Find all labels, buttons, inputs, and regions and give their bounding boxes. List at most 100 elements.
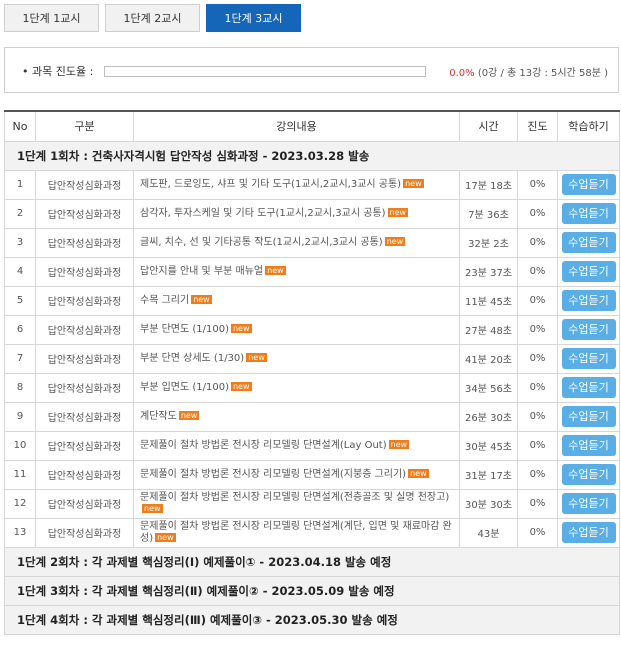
- tab-stage1-period1[interactable]: 1단계 1교시: [4, 4, 99, 32]
- row-time: 30분 30초: [459, 488, 518, 519]
- row-study-cell: 수업듣기: [557, 198, 620, 229]
- row-study-cell: 수업듣기: [557, 372, 620, 403]
- row-progress: 0%: [517, 517, 558, 548]
- table-row: 9 답안작성심화과정 계단작도 new 26분 30초 0% 수업듣기: [4, 401, 620, 432]
- watch-lecture-button[interactable]: 수업듣기: [561, 174, 616, 195]
- table-row: 12 답안작성심화과정 문제풀이 절차 방법론 전시장 리모델링 단면설계(전층골조…: [4, 488, 620, 519]
- row-time: 26분 30초: [459, 401, 518, 432]
- section-row: 1단계 2회차 : 각 과제별 핵심정리(Ⅰ) 예제풀이① - 2023.04.…: [4, 546, 620, 577]
- lecture-title: 삼각자, 투자스케일 및 기타 도구(1교시,2교시,3교시 공통): [140, 207, 386, 219]
- row-content: 문제풀이 절차 방법론 전시장 리모델링 단면설계(지붕층 그리기) new: [133, 459, 460, 490]
- tab-stage1-period2[interactable]: 1단계 2교시: [105, 4, 200, 32]
- header-content: 강의내용: [133, 110, 460, 142]
- row-progress: 0%: [517, 488, 558, 519]
- watch-lecture-button[interactable]: 수업듣기: [561, 261, 616, 282]
- row-content: 문제풀이 절차 방법론 전시장 리모델링 단면설계(Lay Out) new: [133, 430, 460, 461]
- tab-stage1-period3[interactable]: 1단계 3교시: [206, 4, 301, 32]
- progress-detail: (0강 / 총 13강 : 5시간 58분 ): [477, 68, 608, 79]
- row-category: 답안작성심화과정: [35, 314, 134, 345]
- lecture-title: 제도판, 드로잉도, 샤프 및 기타 도구(1교시,2교시,3교시 공통): [140, 178, 402, 190]
- row-category: 답안작성심화과정: [35, 401, 134, 432]
- header-progress: 진도: [517, 110, 558, 142]
- new-badge: new: [155, 533, 176, 542]
- row-no: 10: [4, 430, 36, 461]
- row-content: 문제풀이 절차 방법론 전시장 리모델링 단면설계(전층골조 및 실명 천장고)…: [133, 488, 460, 519]
- row-study-cell: 수업듣기: [557, 314, 620, 345]
- row-time: 31분 17초: [459, 459, 518, 490]
- table-row: 3 답안작성심화과정 글씨, 치수, 선 및 기타공통 작도(1교시,2교시,3교시…: [4, 227, 620, 258]
- row-category: 답안작성심화과정: [35, 227, 134, 258]
- row-progress: 0%: [517, 459, 558, 490]
- row-no: 12: [4, 488, 36, 519]
- row-progress: 0%: [517, 198, 558, 229]
- row-content: 제도판, 드로잉도, 샤프 및 기타 도구(1교시,2교시,3교시 공통) new: [133, 169, 460, 200]
- table-row: 1 답안작성심화과정 제도판, 드로잉도, 샤프 및 기타 도구(1교시,2교시,3…: [4, 169, 620, 200]
- row-content: 삼각자, 투자스케일 및 기타 도구(1교시,2교시,3교시 공통) new: [133, 198, 460, 229]
- row-time: 41분 20초: [459, 343, 518, 374]
- lecture-title: 수목 그리기: [140, 294, 190, 306]
- new-badge: new: [384, 237, 406, 246]
- section-title: 1단계 4회차 : 각 과제별 핵심정리(Ⅲ) 예제풀이③ - 2023.05.…: [4, 604, 620, 635]
- table-row: 2 답안작성심화과정 삼각자, 투자스케일 및 기타 도구(1교시,2교시,3교시 …: [4, 198, 620, 229]
- lecture-table: No 구분 강의내용 시간 진도 학습하기 1단계 1회차 : 건축사자격시험 …: [4, 110, 620, 635]
- table-row: 7 답안작성심화과정 부분 단면 상세도 (1/30) new 41분 20초 0% 수업듣…: [4, 343, 620, 374]
- row-study-cell: 수업듣기: [557, 256, 620, 287]
- row-study-cell: 수업듣기: [557, 227, 620, 258]
- lecture-title: 부분 입면도 (1/100): [140, 381, 229, 393]
- progress-info: 0.0% (0강 / 총 13강 : 5시간 58분 ): [449, 64, 608, 79]
- row-no: 1: [4, 169, 36, 200]
- section-row: 1단계 1회차 : 건축사자격시험 답안작성 심화과정 - 2023.03.28…: [4, 140, 620, 171]
- progress-label: • 과목 진도율 :: [22, 65, 94, 78]
- row-progress: 0%: [517, 343, 558, 374]
- header-no: No: [4, 110, 36, 142]
- watch-lecture-button[interactable]: 수업듣기: [561, 406, 616, 427]
- row-category: 답안작성심화과정: [35, 169, 134, 200]
- watch-lecture-button[interactable]: 수업듣기: [561, 435, 616, 456]
- course-progress-panel: • 과목 진도율 : 0.0% (0강 / 총 13강 : 5시간 58분 ): [4, 47, 619, 93]
- row-category: 답안작성심화과정: [35, 198, 134, 229]
- row-time: 17분 18초: [459, 169, 518, 200]
- watch-lecture-button[interactable]: 수업듣기: [561, 290, 616, 311]
- watch-lecture-button[interactable]: 수업듣기: [561, 522, 616, 543]
- row-time: 7분 36초: [459, 198, 518, 229]
- header-category: 구분: [35, 110, 134, 142]
- watch-lecture-button[interactable]: 수업듣기: [561, 377, 616, 398]
- row-category: 답안작성심화과정: [35, 517, 134, 548]
- progress-percent: 0.0%: [449, 68, 475, 79]
- watch-lecture-button[interactable]: 수업듣기: [561, 464, 616, 485]
- row-study-cell: 수업듣기: [557, 343, 620, 374]
- watch-lecture-button[interactable]: 수업듣기: [561, 319, 616, 340]
- watch-lecture-button[interactable]: 수업듣기: [561, 203, 616, 224]
- row-category: 답안작성심화과정: [35, 488, 134, 519]
- row-study-cell: 수업듣기: [557, 459, 620, 490]
- row-progress: 0%: [517, 256, 558, 287]
- watch-lecture-button[interactable]: 수업듣기: [561, 493, 616, 514]
- section-title: 1단계 2회차 : 각 과제별 핵심정리(Ⅰ) 예제풀이① - 2023.04.…: [4, 546, 620, 577]
- watch-lecture-button[interactable]: 수업듣기: [561, 232, 616, 253]
- row-no: 2: [4, 198, 36, 229]
- lecture-title: 글씨, 치수, 선 및 기타공통 작도(1교시,2교시,3교시 공통): [140, 236, 383, 248]
- row-no: 8: [4, 372, 36, 403]
- row-progress: 0%: [517, 314, 558, 345]
- new-badge: new: [265, 266, 286, 275]
- lecture-title: 문제풀이 절차 방법론 전시장 리모델링 단면설계(지붕층 그리기): [140, 468, 407, 480]
- row-content: 글씨, 치수, 선 및 기타공통 작도(1교시,2교시,3교시 공통) new: [133, 227, 460, 258]
- header-time: 시간: [459, 110, 518, 142]
- section-row: 1단계 4회차 : 각 과제별 핵심정리(Ⅲ) 예제풀이③ - 2023.05.…: [4, 604, 620, 635]
- row-no: 3: [4, 227, 36, 258]
- new-badge: new: [191, 295, 212, 304]
- lecture-title: 답안지를 안내 및 부분 매뉴얼: [140, 265, 264, 277]
- row-progress: 0%: [517, 430, 558, 461]
- row-study-cell: 수업듣기: [557, 169, 620, 200]
- row-study-cell: 수업듣기: [557, 517, 620, 548]
- watch-lecture-button[interactable]: 수업듣기: [561, 348, 616, 369]
- row-category: 답안작성심화과정: [35, 343, 134, 374]
- row-no: 13: [4, 517, 36, 548]
- row-time: 43분: [459, 517, 518, 548]
- row-no: 11: [4, 459, 36, 490]
- table-row: 4 답안작성심화과정 답안지를 안내 및 부분 매뉴얼 new 23분 37초 0% 수업듣…: [4, 256, 620, 287]
- row-content: 답안지를 안내 및 부분 매뉴얼 new: [133, 256, 460, 287]
- row-no: 5: [4, 285, 36, 316]
- table-row: 8 답안작성심화과정 부분 입면도 (1/100) new 34분 56초 0% 수업듣기: [4, 372, 620, 403]
- row-time: 11분 45초: [459, 285, 518, 316]
